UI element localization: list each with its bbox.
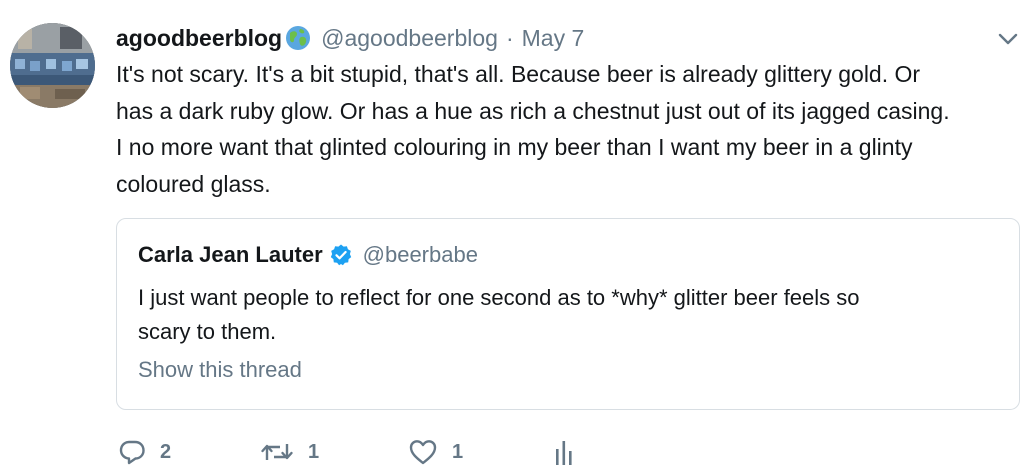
- retweet-button[interactable]: 1: [260, 434, 319, 470]
- tweet-text-line: It's not scary. It's a bit stupid, that'…: [116, 61, 921, 87]
- handle[interactable]: @agoodbeerblog: [321, 25, 498, 52]
- verified-badge-icon: [329, 243, 353, 267]
- tweet-header: agoodbeerblog @agoodbeerblog · May 7: [116, 21, 584, 55]
- avatar[interactable]: [10, 23, 95, 108]
- show-thread-link[interactable]: Show this thread: [138, 357, 302, 383]
- reply-count: 2: [160, 440, 172, 463]
- quoted-tweet-text: I just want people to reflect for one se…: [138, 281, 998, 349]
- like-button[interactable]: 1: [408, 434, 463, 470]
- retweet-count: 1: [308, 440, 320, 463]
- reply-icon: [118, 438, 146, 466]
- quoted-display-name: Carla Jean Lauter: [138, 242, 323, 267]
- tweet-text-line: coloured glass.: [116, 170, 271, 197]
- chevron-down-icon[interactable]: [996, 30, 1020, 48]
- like-count: 1: [452, 440, 464, 463]
- quoted-text-line: I just want people to reflect for one se…: [138, 285, 860, 310]
- tweet-actions: 2 1 1: [116, 434, 616, 470]
- tweet-text-line: has a dark ruby glow. Or has a hue as ri…: [116, 97, 950, 124]
- retweet-icon: [260, 438, 294, 466]
- separator-dot: ·: [505, 24, 514, 51]
- quoted-handle: @beerbabe: [362, 242, 478, 267]
- analytics-icon: [552, 437, 576, 467]
- tweet-text: It's not scary. It's a bit stupid, that'…: [116, 56, 1016, 202]
- display-name[interactable]: agoodbeerblog: [116, 25, 282, 52]
- analytics-button[interactable]: [552, 434, 576, 470]
- reply-button[interactable]: 2: [118, 434, 171, 470]
- tweet-text-line: I no more want that glinted colouring in…: [116, 134, 913, 160]
- globe-icon: [285, 25, 311, 51]
- quoted-text-line: scary to them.: [138, 319, 277, 344]
- tweet-date[interactable]: May 7: [522, 25, 585, 52]
- tweet[interactable]: agoodbeerblog @agoodbeerblog · May 7 It'…: [0, 0, 1024, 470]
- quoted-tweet-header: Carla Jean Lauter @beerbabe: [138, 242, 478, 268]
- like-icon: [408, 438, 438, 466]
- quoted-tweet[interactable]: Carla Jean Lauter @beerbabe I just want …: [116, 218, 1020, 410]
